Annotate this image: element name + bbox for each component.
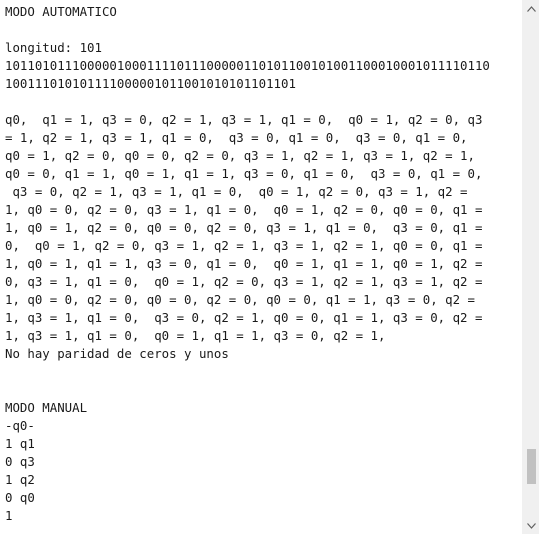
output-line: 1, q0 = 1, q2 = 0, q0 = 0, q2 = 0, q3 = … xyxy=(5,220,483,235)
output-line: 1 xyxy=(5,508,13,523)
output-line: 0 q0 xyxy=(5,490,35,505)
output-line: 1, q3 = 1, q1 = 0, q0 = 1, q1 = 1, q3 = … xyxy=(5,328,386,343)
vertical-scrollbar[interactable] xyxy=(522,0,539,534)
output-line: 0, q3 = 1, q1 = 0, q0 = 1, q2 = 0, q3 = … xyxy=(5,274,483,289)
console-window: MODO AUTOMATICO longitud: 101 101101011100… xyxy=(0,0,539,534)
output-line: q3 = 0, q2 = 1, q3 = 1, q1 = 0, q0 = 1, … xyxy=(5,184,468,199)
output-line: q0 = 0, q1 = 1, q0 = 1, q1 = 1, q3 = 0, … xyxy=(5,166,483,181)
scroll-down-button[interactable] xyxy=(523,517,539,534)
triangle-down-icon xyxy=(527,522,536,529)
console-output[interactable]: MODO AUTOMATICO longitud: 101 101101011100… xyxy=(0,0,520,534)
output-line: q0 = 1, q2 = 0, q0 = 0, q2 = 0, q3 = 1, … xyxy=(5,148,475,163)
output-line: 1, q3 = 1, q1 = 0, q3 = 0, q2 = 1, q0 = … xyxy=(5,310,483,325)
output-line: 1, q0 = 0, q2 = 0, q3 = 1, q1 = 0, q0 = … xyxy=(5,202,483,217)
output-line: 0 q3 xyxy=(5,454,35,469)
output-line: -q0- xyxy=(5,418,35,433)
output-line: No hay paridad de ceros y unos xyxy=(5,346,229,361)
output-line: 0, q0 = 1, q2 = 0, q3 = 1, q2 = 1, q3 = … xyxy=(5,238,483,253)
output-line: 1 q2 xyxy=(5,472,35,487)
output-line: 1011010111000001000111101110000011010110… xyxy=(5,58,490,73)
output-line: q0, q1 = 1, q3 = 0, q2 = 1, q3 = 1, q1 =… xyxy=(5,112,483,127)
output-line: MODO MANUAL xyxy=(5,400,88,415)
output-line: 1, q0 = 1, q1 = 1, q3 = 0, q1 = 0, q0 = … xyxy=(5,256,483,271)
scroll-thumb[interactable] xyxy=(527,449,536,485)
output-line: longitud: 101 xyxy=(5,40,102,55)
output-line: = 1, q2 = 1, q3 = 1, q1 = 0, q3 = 0, q1 … xyxy=(5,130,468,145)
scroll-up-button[interactable] xyxy=(523,0,539,17)
scroll-track[interactable] xyxy=(523,17,539,517)
output-line: MODO AUTOMATICO xyxy=(5,4,117,19)
triangle-up-icon xyxy=(527,5,536,12)
output-line: 100111010101111000001011001010101101101 xyxy=(5,76,296,91)
output-line: 1, q0 = 0, q2 = 0, q0 = 0, q2 = 0, q0 = … xyxy=(5,292,475,307)
output-line: 1 q1 xyxy=(5,436,35,451)
